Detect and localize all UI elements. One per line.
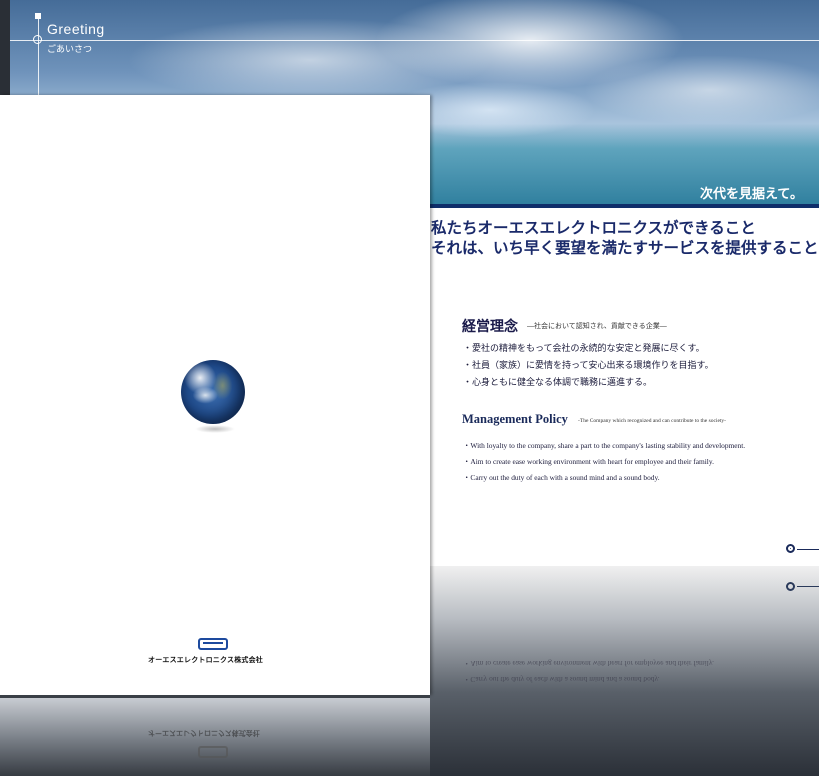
headline: 私たちオーエスエレクトロニクスができること それは、いち早く要望を満たすサービス… — [431, 218, 819, 258]
philosophy-list: ・愛社の精神をもって会社の永続的な安定と発展に尽くす。 ・社員（家族）に愛情を持… — [463, 341, 714, 392]
reflected-policy-text: ・Carry out the duty of each with a sound… — [463, 655, 714, 687]
company-name: オーエスエレクトロニクス株式会社 — [148, 656, 263, 664]
decor-circle-icon — [33, 35, 42, 44]
globe-shadow — [195, 425, 235, 433]
target-circle-icon — [786, 544, 795, 553]
decor-square-icon — [35, 13, 41, 19]
list-item: ・愛社の精神をもって会社の永続的な安定と発展に尽くす。 — [463, 344, 705, 354]
greeting-title: Greeting — [47, 21, 105, 37]
list-item: ・Carry out the duty of each with a sound… — [463, 473, 660, 482]
company-logo-icon — [198, 638, 228, 650]
slogan: 次代を見据えて。 — [700, 187, 803, 202]
decor-vertical-line — [38, 16, 39, 96]
philosophy-subtitle: ―社会において認知され、貢献できる企業― — [527, 322, 667, 330]
end-line — [797, 549, 819, 550]
list-item: ・社員（家族）に愛情を持って安心出来る環境作りを目指す。 — [463, 361, 714, 371]
list-item: ・With loyalty to the company, share a pa… — [463, 441, 746, 450]
reflected-list-item: ・Aim to create ease working environment … — [463, 659, 714, 668]
policy-subtitle: -The Company which recognized and can co… — [578, 418, 726, 424]
reflected-target-circle-icon — [786, 582, 795, 591]
policy-list: ・With loyalty to the company, share a pa… — [463, 438, 745, 486]
reflected-logo-icon — [198, 746, 228, 758]
reflected-list-item: ・Carry out the duty of each with a sound… — [463, 675, 660, 684]
headline-line-1: 私たちオーエスエレクトロニクスができること — [431, 219, 756, 237]
reflected-company-name: オーエスエレクトロニクス株式会社 — [148, 729, 260, 737]
list-item: ・心身ともに健全なる体調で職務に邁進する。 — [463, 378, 653, 388]
greeting-subtitle: ごあいさつ — [47, 45, 93, 55]
headline-line-2: それは、いち早く要望を満たすサービスを提供すること — [431, 239, 819, 257]
decor-horizontal-line — [10, 40, 819, 41]
reflected-end-line — [797, 586, 819, 587]
list-item: ・Aim to create ease working environment … — [463, 457, 714, 466]
policy-title: Management Policy — [462, 412, 568, 426]
globe-icon — [181, 360, 245, 424]
philosophy-title: 経営理念 — [462, 319, 518, 335]
